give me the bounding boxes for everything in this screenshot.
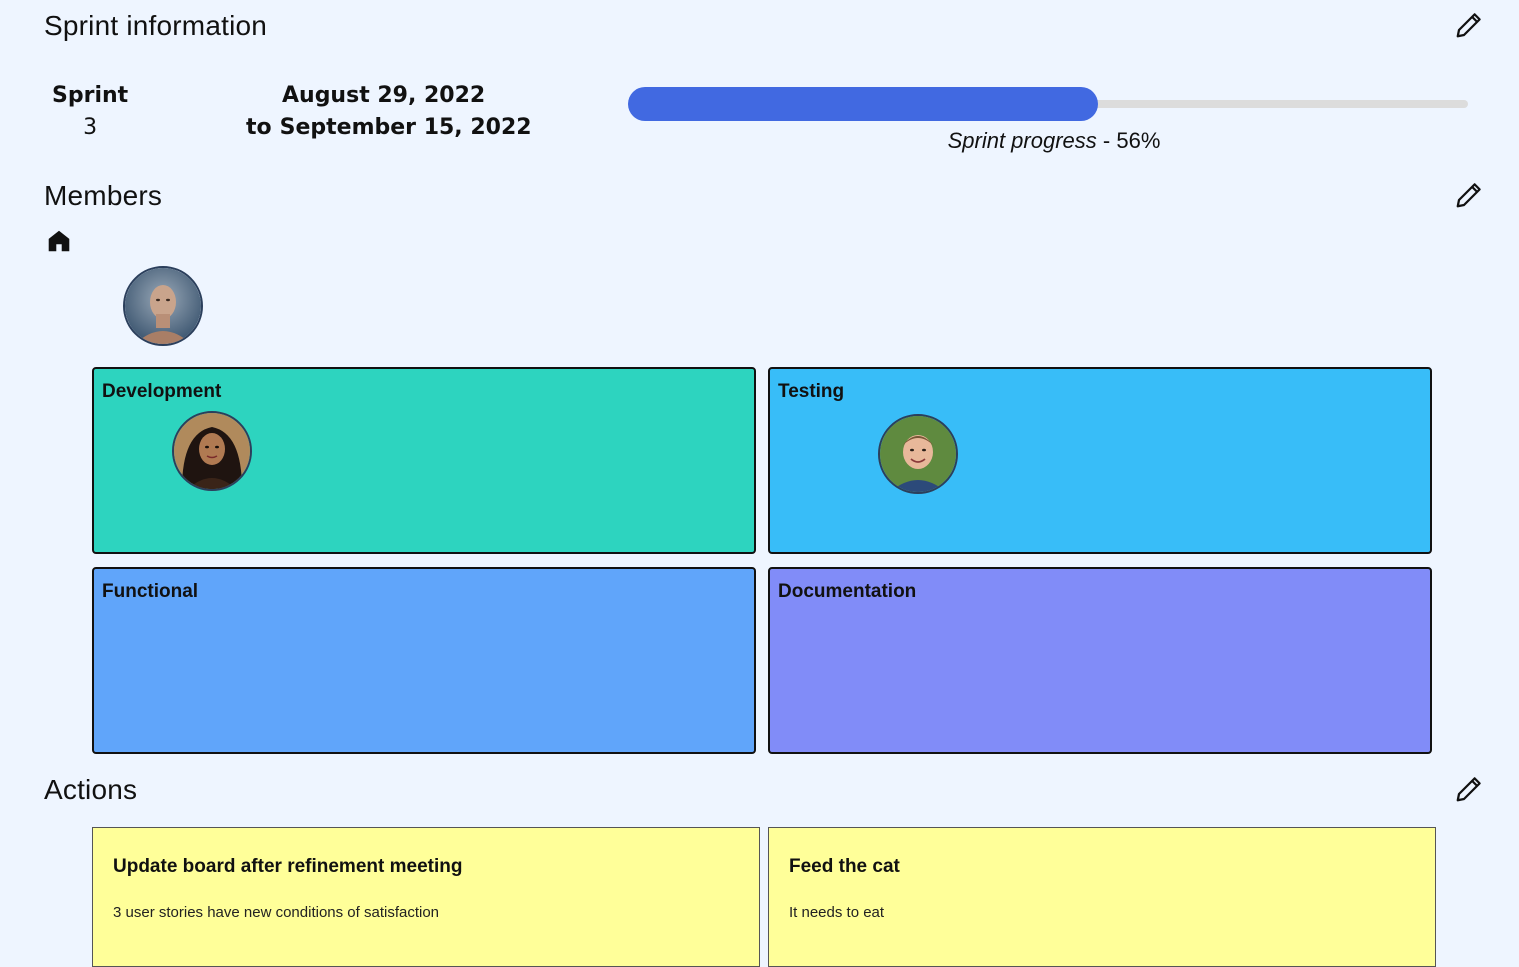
pencil-icon — [1456, 13, 1481, 38]
girl-avatar[interactable] — [172, 411, 252, 491]
team-name: Development — [102, 381, 222, 402]
action-description: It needs to eat — [789, 904, 885, 921]
action-card[interactable]: Update board after refinement meeting 3 … — [92, 827, 760, 967]
sprint-label: Sprint — [52, 83, 129, 108]
home-icon[interactable] — [46, 228, 72, 254]
edit-sprint-info-button[interactable] — [1453, 9, 1485, 41]
progress-separator: - — [1102, 128, 1111, 153]
sprint-dates: August 29, 2022 to September 15, 2022 — [246, 80, 532, 144]
sprint-number-block: Sprint 3 — [52, 80, 128, 144]
progress-caption: Sprint progress - 56% — [628, 128, 1480, 154]
pencil-icon — [1456, 777, 1481, 802]
edit-members-button[interactable] — [1453, 179, 1485, 211]
edit-actions-button[interactable] — [1453, 773, 1485, 805]
date-separator: to — [246, 115, 272, 140]
pencil-icon — [1456, 183, 1481, 208]
team-testing[interactable]: Testing — [768, 367, 1432, 554]
actions-title: Actions — [44, 774, 138, 805]
team-documentation[interactable]: Documentation — [768, 567, 1432, 754]
action-description: 3 user stories have new conditions of sa… — [113, 904, 440, 921]
man-avatar[interactable] — [123, 266, 203, 346]
girl-avatar-image — [174, 413, 250, 489]
team-functional[interactable]: Functional — [92, 567, 756, 754]
progress-fill — [628, 87, 1098, 121]
team-name: Documentation — [778, 581, 917, 602]
progress-percent: 56% — [1116, 128, 1161, 153]
sprint-number: 3 — [83, 115, 98, 140]
sprint-start-date: August 29, 2022 — [282, 83, 486, 108]
team-name: Testing — [778, 381, 845, 402]
action-title: Feed the cat — [789, 856, 900, 877]
progress-label: Sprint progress — [947, 128, 1097, 153]
boy-avatar[interactable] — [878, 414, 958, 494]
sprint-info-title: Sprint information — [44, 10, 268, 41]
boy-avatar-image — [880, 416, 956, 492]
action-card[interactable]: Feed the cat It needs to eat — [768, 827, 1436, 967]
action-title: Update board after refinement meeting — [113, 856, 463, 877]
members-title: Members — [44, 180, 163, 211]
man-avatar-image — [125, 268, 201, 344]
team-development[interactable]: Development — [92, 367, 756, 554]
team-name: Functional — [102, 581, 199, 602]
sprint-end-date: September 15, 2022 — [279, 115, 532, 140]
